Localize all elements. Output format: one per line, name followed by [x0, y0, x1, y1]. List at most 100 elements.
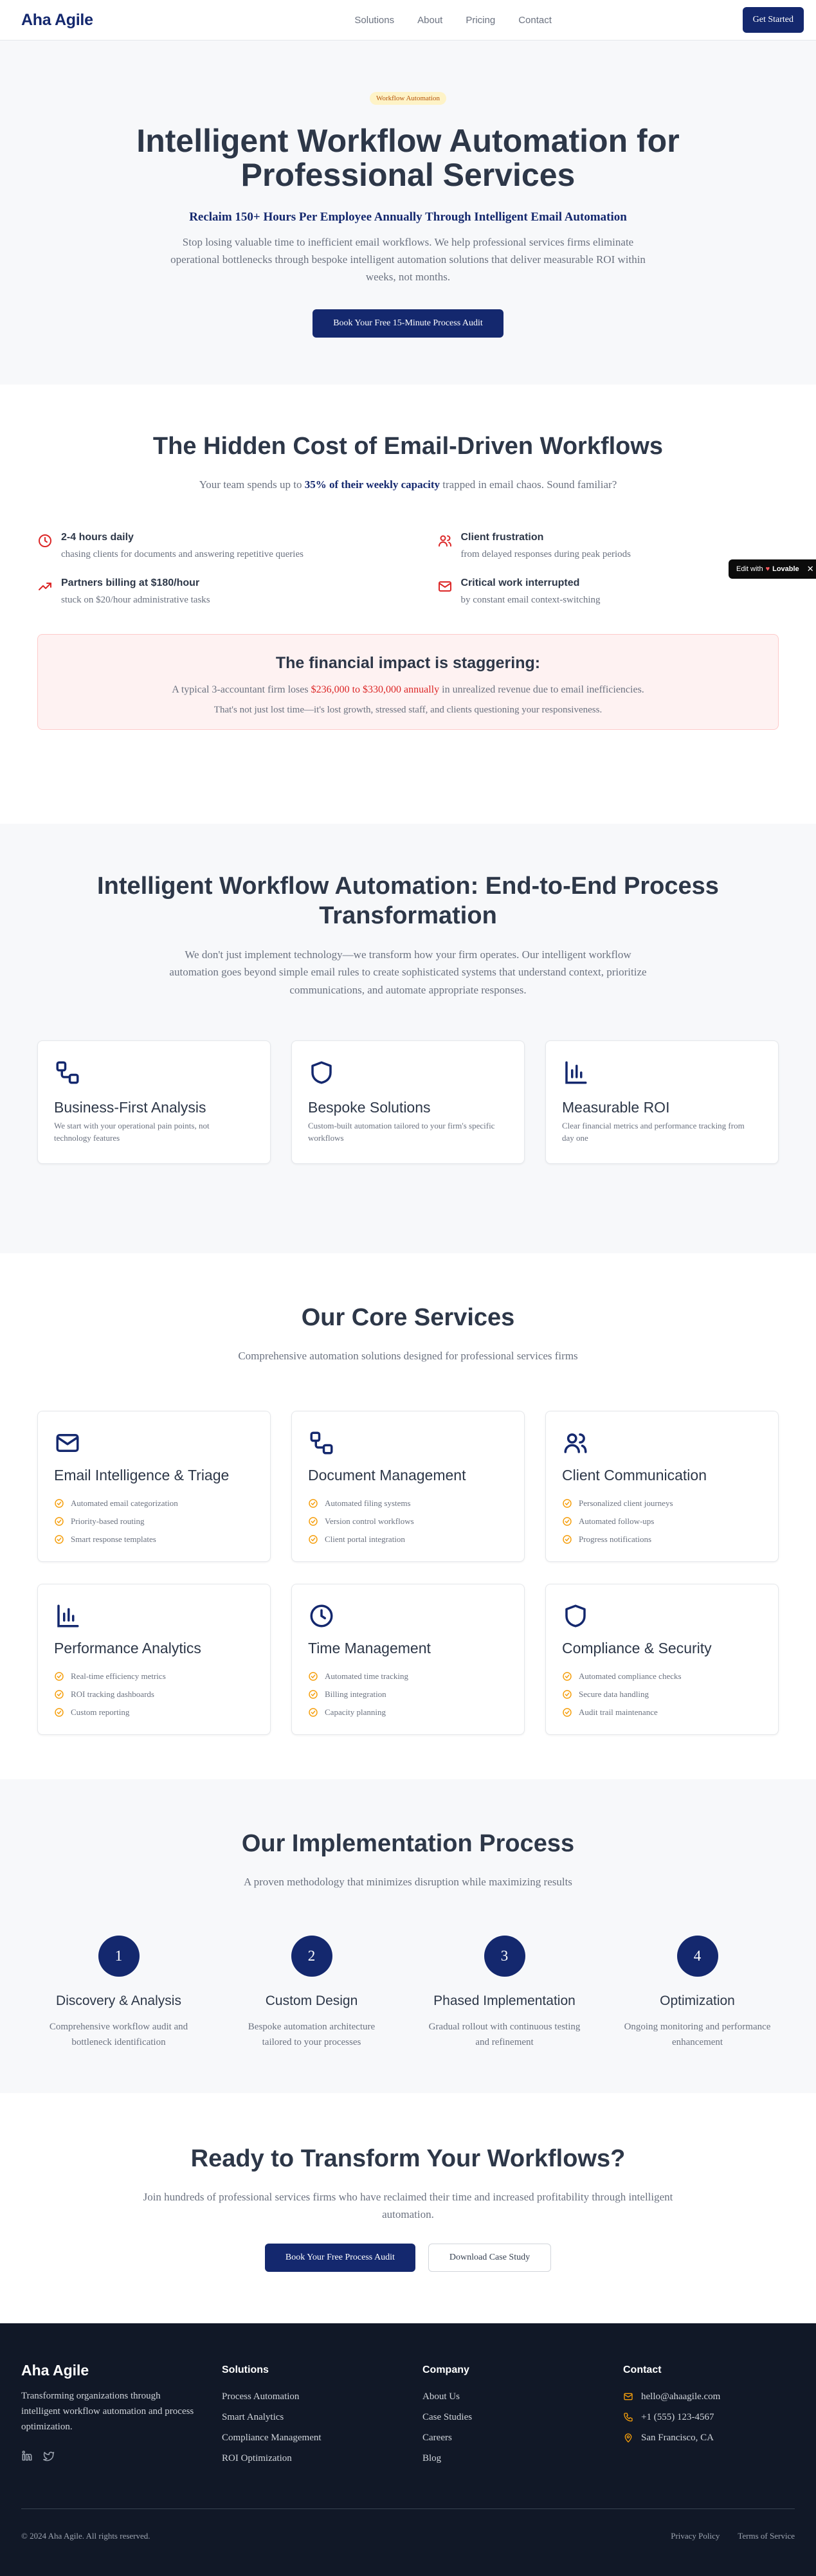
impact-title: The financial impact is staggering:: [275, 653, 541, 672]
service-title: Document Management: [308, 1466, 466, 1483]
privacy-policy-link[interactable]: Privacy Policy: [671, 2531, 720, 2541]
service-bullet: Billing integration: [308, 1685, 508, 1703]
pain-desc: stuck on $20/hour administrative tasks: [61, 594, 210, 605]
mail-icon: [624, 2393, 633, 2400]
pain-point: Critical work interrupted by constant ema…: [437, 577, 779, 606]
feature-card: Business-First Analysis We start with yo…: [37, 1040, 271, 1164]
contact-email-text: hello@ahaagile.com: [641, 2391, 721, 2402]
nav-link-pricing[interactable]: Pricing: [466, 15, 495, 26]
service-bullet: Real-time efficiency metrics: [54, 1667, 254, 1685]
service-bullet-text: Automated compliance checks: [579, 1671, 682, 1681]
footer-link[interactable]: Compliance Management: [222, 2427, 422, 2448]
footer-contact: Contact hello@ahaagile.com +1 (555) 123-…: [623, 2362, 795, 2469]
hero-section: Workflow Automation Intelligent Workflow…: [0, 41, 816, 385]
nav-links: Solutions About Pricing Contact: [354, 15, 551, 26]
pain-title: Partners billing at $180/hour: [61, 577, 200, 588]
service-bullet-text: Audit trail maintenance: [579, 1707, 658, 1717]
check-circle-icon: [563, 1672, 572, 1681]
footer-link[interactable]: Careers: [422, 2427, 623, 2448]
footer-link[interactable]: Smart Analytics: [222, 2407, 422, 2427]
step-title: Optimization: [660, 1993, 735, 2008]
twitter-icon[interactable]: [43, 2450, 55, 2462]
step-desc: Bespoke automation architecture tailored…: [248, 2021, 376, 2047]
hero-subtitle: Reclaim 150+ Hours Per Employee Annually…: [189, 210, 627, 224]
check-circle-icon: [55, 1708, 64, 1717]
footer-solutions: Solutions Process Automation Smart Analy…: [222, 2362, 422, 2469]
footer-link[interactable]: Blog: [422, 2448, 623, 2469]
check-circle-icon: [563, 1708, 572, 1717]
heart-icon: ♥: [765, 565, 770, 573]
edit-with-lovable-badge[interactable]: Edit with ♥ Lovable ✕: [729, 559, 816, 579]
brand-logo[interactable]: Aha Agile: [21, 11, 93, 30]
service-bullet-text: Personalized client journeys: [579, 1498, 673, 1508]
mail-icon: [438, 581, 451, 592]
footer-logo[interactable]: Aha Agile: [21, 2362, 222, 2379]
process-step: 4 Optimization Ongoing monitoring and pe…: [601, 1935, 794, 2050]
nav-link-about[interactable]: About: [417, 15, 442, 26]
step-desc: Ongoing monitoring and performance enhan…: [624, 2021, 771, 2047]
feature-title: Business-First Analysis: [54, 1098, 206, 1116]
step-desc: Comprehensive workflow audit and bottlen…: [49, 2021, 188, 2047]
feature-title: Measurable ROI: [562, 1098, 670, 1116]
cta-section: Ready to Transform Your Workflows? Join …: [0, 2093, 816, 2323]
impact-line-prefix: A typical 3-accountant firm loses: [172, 684, 309, 695]
services-section: Our Core Services Comprehensive automati…: [0, 1253, 816, 1779]
footer: Aha Agile Transforming organizations thr…: [0, 2323, 816, 2576]
bar-chart-icon: [565, 1061, 587, 1084]
service-bullet-text: Custom reporting: [71, 1707, 130, 1717]
financial-impact-box: The financial impact is staggering: A ty…: [37, 633, 779, 730]
pain-title: Critical work interrupted: [460, 577, 580, 588]
mail-icon: [56, 1433, 79, 1452]
pain-title: Client frustration: [460, 531, 544, 543]
footer-link[interactable]: ROI Optimization: [222, 2448, 422, 2469]
terms-of-service-link[interactable]: Terms of Service: [738, 2531, 795, 2541]
workflow-icon: [56, 1061, 79, 1084]
cta-subtitle: Join hundreds of professional services f…: [143, 2190, 673, 2220]
hero-title: Intelligent Workflow Automation for Prof…: [136, 123, 680, 193]
contact-phone[interactable]: +1 (555) 123-4567: [623, 2407, 795, 2427]
check-circle-icon: [563, 1499, 572, 1508]
check-circle-icon: [309, 1535, 318, 1544]
nav-link-solutions[interactable]: Solutions: [354, 15, 394, 26]
service-bullet-text: Automated filing systems: [325, 1498, 411, 1508]
service-bullet: Client portal integration: [308, 1530, 508, 1548]
hidden-cost-section: The Hidden Cost of Email-Driven Workflow…: [0, 385, 816, 824]
hero-badge: Workflow Automation: [369, 92, 447, 105]
service-bullet: Automated time tracking: [308, 1667, 508, 1685]
get-started-button[interactable]: Get Started: [742, 7, 804, 33]
service-card: Email Intelligence & Triage Automated em…: [37, 1410, 271, 1562]
process-title: Our Implementation Process: [241, 1830, 575, 1857]
users-icon: [438, 535, 451, 547]
service-bullet: Automated email categorization: [54, 1494, 254, 1512]
footer-link[interactable]: Case Studies: [422, 2407, 623, 2427]
process-audit-button[interactable]: Book Your Free 15-Minute Process Audit: [313, 309, 503, 338]
contact-email[interactable]: hello@ahaagile.com: [623, 2386, 795, 2407]
nav-link-contact[interactable]: Contact: [518, 15, 552, 26]
check-circle-icon: [55, 1499, 64, 1508]
cta-buttons: Book Your Free Process Audit Download Ca…: [0, 2243, 816, 2272]
feature-card: Measurable ROI Clear financial metrics a…: [545, 1040, 779, 1164]
linkedin-icon[interactable]: [21, 2450, 33, 2462]
footer-heading: Company: [422, 2364, 469, 2375]
service-card: Document Management Automated filing sys…: [291, 1410, 525, 1562]
cost-sub-suffix: trapped in email chaos. Sound familiar?: [442, 478, 617, 491]
contact-location: San Francisco, CA: [623, 2427, 795, 2448]
service-title: Email Intelligence & Triage: [54, 1466, 230, 1483]
footer-link[interactable]: About Us: [422, 2386, 623, 2407]
download-case-study-button[interactable]: Download Case Study: [428, 2243, 552, 2272]
clock-icon: [310, 1604, 333, 1628]
service-bullet: Custom reporting: [54, 1703, 254, 1721]
service-bullet: Automated compliance checks: [562, 1667, 762, 1685]
book-audit-button[interactable]: Book Your Free Process Audit: [264, 2243, 415, 2272]
service-bullet: Version control workflows: [308, 1512, 508, 1530]
close-icon[interactable]: ✕: [807, 564, 814, 574]
process-step: 1 Discovery & Analysis Comprehensive wor…: [23, 1935, 215, 2050]
footer-brand: Aha Agile Transforming organizations thr…: [21, 2362, 222, 2469]
feature-desc: Clear financial metrics and performance …: [562, 1120, 745, 1143]
step-number: 4: [676, 1935, 718, 1977]
trending-up-icon: [39, 582, 51, 590]
footer-link[interactable]: Process Automation: [222, 2386, 422, 2407]
service-bullet-text: Real-time efficiency metrics: [71, 1671, 166, 1681]
service-bullet: Priority-based routing: [54, 1512, 254, 1530]
social-links: [21, 2450, 222, 2462]
